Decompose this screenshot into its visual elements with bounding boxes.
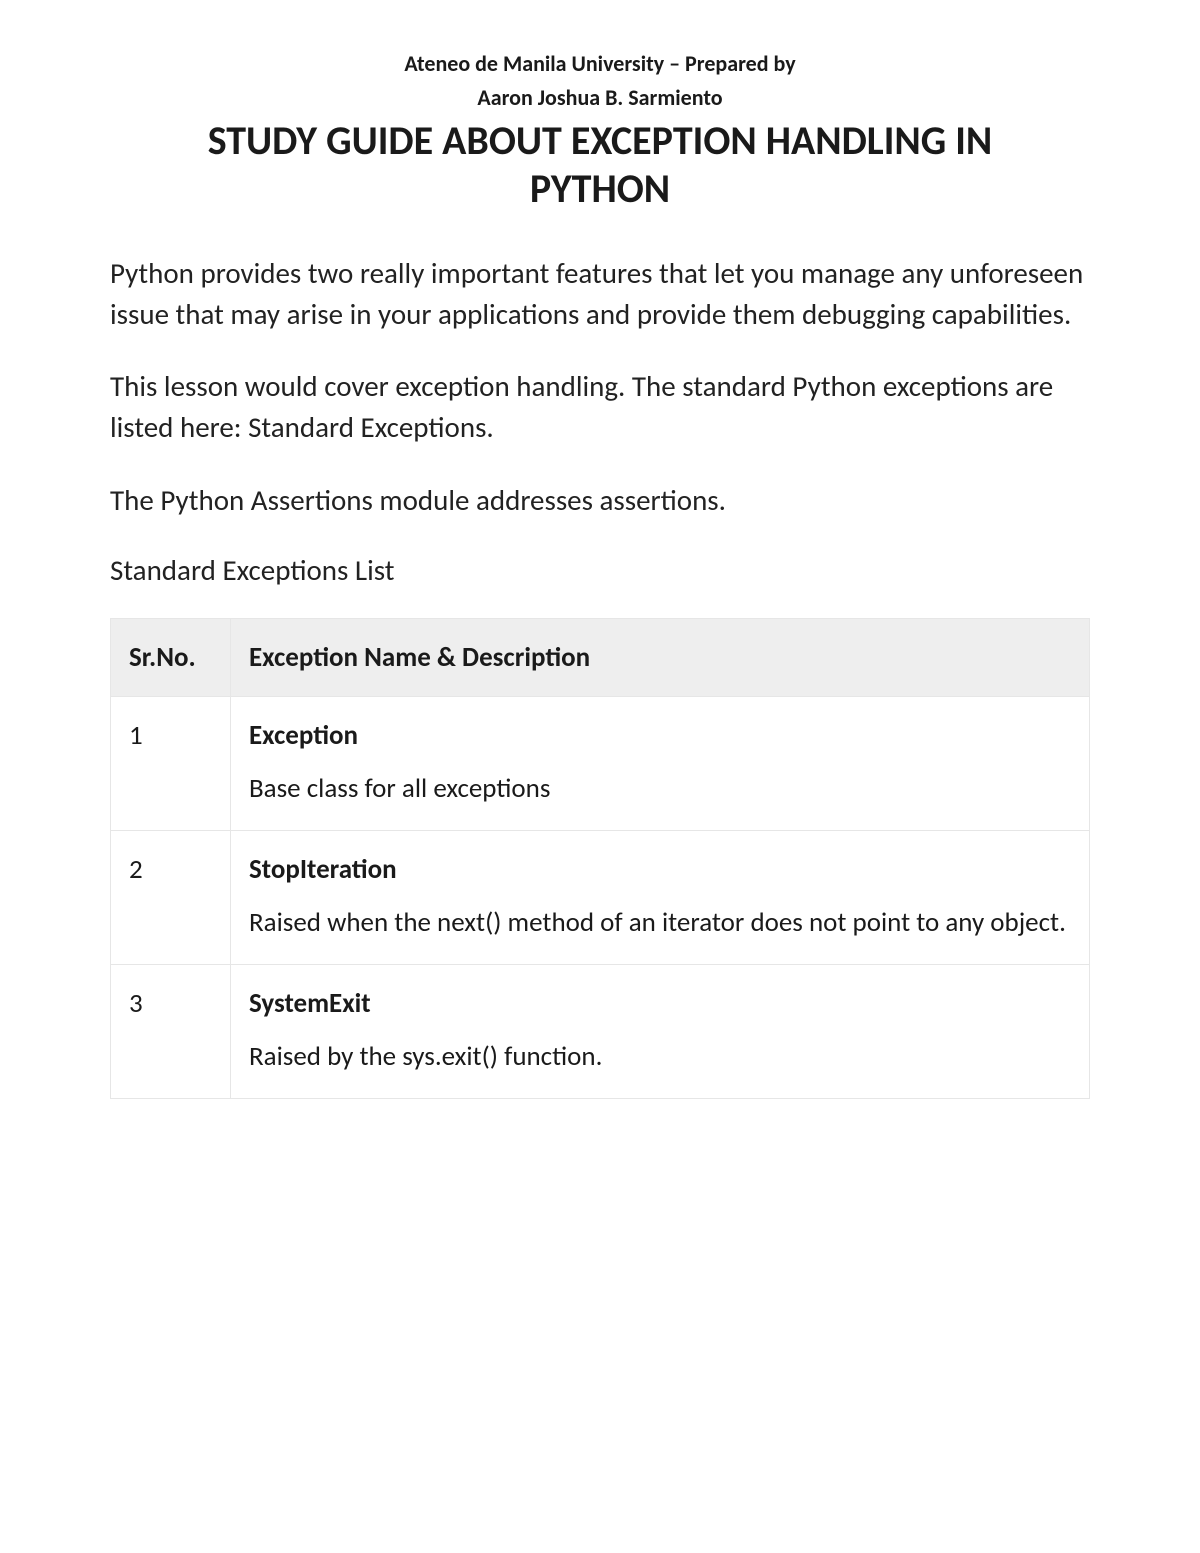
header-author: Aaron Joshua B. Sarmiento	[110, 84, 1090, 113]
table-row: 2 StopIteration Raised when the next() m…	[111, 830, 1090, 964]
intro-paragraph-2: This lesson would cover exception handli…	[110, 366, 1090, 447]
intro-paragraph-3: The Python Assertions module addresses a…	[110, 480, 1090, 521]
table-row: 1 Exception Base class for all exception…	[111, 697, 1090, 831]
row-sr: 2	[111, 830, 231, 964]
header-institution: Ateneo de Manila University – Prepared b…	[110, 50, 1090, 79]
exception-name: SystemExit	[249, 987, 1071, 1020]
document-title: STUDY GUIDE ABOUT EXCEPTION HANDLING IN …	[110, 117, 1090, 213]
table-header-sr: Sr.No.	[111, 619, 231, 697]
exception-name: StopIteration	[249, 853, 1071, 886]
row-sr: 3	[111, 964, 231, 1098]
exceptions-table: Sr.No. Exception Name & Description 1 Ex…	[110, 618, 1090, 1098]
exception-name: Exception	[249, 719, 1071, 752]
table-header-row: Sr.No. Exception Name & Description	[111, 619, 1090, 697]
row-content: SystemExit Raised by the sys.exit() func…	[231, 964, 1090, 1098]
list-subheading: Standard Exceptions List	[110, 552, 1090, 588]
table-row: 3 SystemExit Raised by the sys.exit() fu…	[111, 964, 1090, 1098]
exception-description: Raised when the next() method of an iter…	[249, 904, 1071, 942]
exception-description: Raised by the sys.exit() function.	[249, 1038, 1071, 1076]
row-content: Exception Base class for all exceptions	[231, 697, 1090, 831]
row-sr: 1	[111, 697, 231, 831]
intro-paragraph-1: Python provides two really important fea…	[110, 253, 1090, 334]
row-content: StopIteration Raised when the next() met…	[231, 830, 1090, 964]
exception-description: Base class for all exceptions	[249, 770, 1071, 808]
table-header-desc: Exception Name & Description	[231, 619, 1090, 697]
